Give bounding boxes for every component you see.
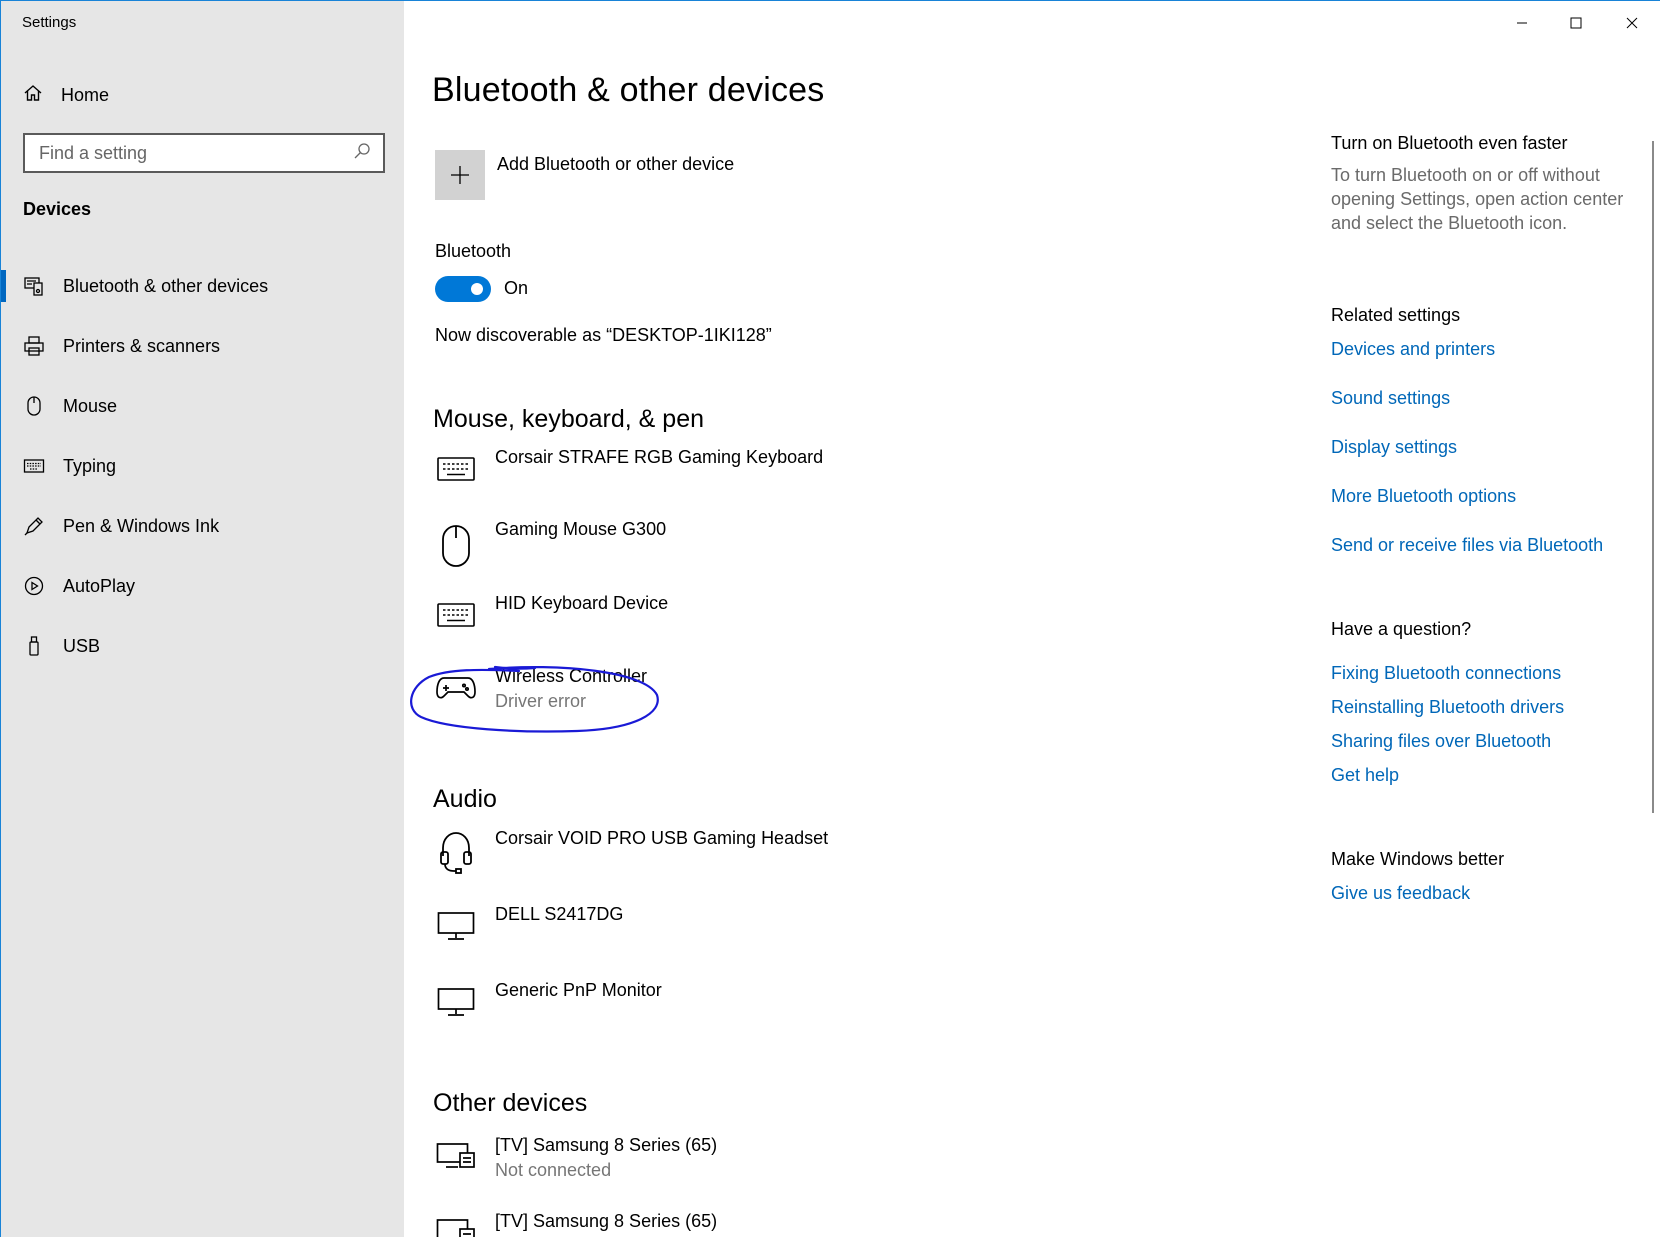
- toggle-knob: [471, 283, 483, 295]
- monitor-icon: [436, 904, 476, 948]
- search-icon[interactable]: [353, 142, 371, 165]
- device-item[interactable]: [TV] Samsung 8 Series (65) Not connected: [434, 1135, 1034, 1197]
- link-reinstalling-drivers[interactable]: Reinstalling Bluetooth drivers: [1331, 697, 1564, 718]
- device-item[interactable]: [TV] Samsung 8 Series (65): [434, 1211, 1034, 1237]
- home-nav-item[interactable]: Home: [23, 79, 109, 111]
- faster-title: Turn on Bluetooth even faster: [1331, 133, 1568, 153]
- search-input[interactable]: [39, 142, 353, 164]
- sidebar-item-pen[interactable]: Pen & Windows Ink: [1, 496, 404, 556]
- printer-icon: [23, 335, 45, 357]
- page-title: Bluetooth & other devices: [432, 71, 825, 109]
- bluetooth-devices-icon: [23, 275, 45, 297]
- device-status: Driver error: [495, 691, 587, 711]
- group-title-audio: Audio: [433, 785, 497, 813]
- link-sound-settings[interactable]: Sound settings: [1331, 388, 1450, 409]
- scrollbar[interactable]: [1652, 141, 1654, 813]
- bluetooth-toggle[interactable]: [435, 276, 491, 302]
- autoplay-icon: [23, 575, 45, 597]
- keyboard-icon: [23, 455, 45, 477]
- group-title-mouse-keyboard: Mouse, keyboard, & pen: [433, 405, 704, 433]
- home-label: Home: [61, 84, 110, 105]
- app-title: Settings: [22, 14, 77, 31]
- mouse-icon: [436, 523, 476, 569]
- device-status: Not connected: [495, 1160, 612, 1180]
- search-box[interactable]: [23, 133, 385, 173]
- faster-text: To turn Bluetooth on or off without open…: [1331, 165, 1624, 233]
- right-panel: Turn on Bluetooth even faster To turn Bl…: [1331, 1, 1651, 1237]
- sidebar-item-usb[interactable]: USB: [1, 616, 404, 676]
- device-item[interactable]: Gaming Mouse G300: [434, 519, 1034, 581]
- device-name: Generic PnP Monitor: [495, 980, 662, 1000]
- link-display-settings[interactable]: Display settings: [1331, 437, 1457, 458]
- link-fixing-bluetooth[interactable]: Fixing Bluetooth connections: [1331, 663, 1561, 684]
- sidebar-item-bluetooth[interactable]: Bluetooth & other devices: [1, 256, 404, 316]
- sidebar-item-label: Pen & Windows Ink: [63, 515, 220, 536]
- better-title: Make Windows better: [1331, 849, 1505, 869]
- sidebar-item-label: Bluetooth & other devices: [63, 275, 269, 296]
- section-title: Devices: [23, 199, 92, 219]
- keyboard-icon: [436, 593, 476, 637]
- sidebar-item-autoplay[interactable]: AutoPlay: [1, 556, 404, 616]
- device-item[interactable]: DELL S2417DG: [434, 904, 1034, 966]
- sidebar-item-label: Typing: [63, 455, 117, 476]
- bluetooth-label: Bluetooth: [435, 241, 512, 261]
- sidebar-item-mouse[interactable]: Mouse: [1, 376, 404, 436]
- pen-icon: [23, 515, 45, 537]
- device-item-wireless-controller[interactable]: Wireless Controller Driver error: [434, 666, 1034, 728]
- related-settings-title: Related settings: [1331, 305, 1461, 325]
- link-send-receive-files[interactable]: Send or receive files via Bluetooth: [1331, 535, 1603, 556]
- tv-icon: [436, 1135, 476, 1179]
- device-name: Corsair VOID PRO USB Gaming Headset: [495, 828, 829, 848]
- sidebar-item-typing[interactable]: Typing: [1, 436, 404, 496]
- device-name: HID Keyboard Device: [495, 593, 669, 613]
- link-get-help[interactable]: Get help: [1331, 765, 1399, 786]
- keyboard-icon: [436, 447, 476, 491]
- link-more-bluetooth[interactable]: More Bluetooth options: [1331, 486, 1516, 507]
- gamepad-icon: [436, 666, 476, 710]
- device-item[interactable]: Corsair STRAFE RGB Gaming Keyboard: [434, 447, 1034, 509]
- sidebar-item-label: AutoPlay: [63, 575, 136, 596]
- device-name: [TV] Samsung 8 Series (65): [495, 1211, 718, 1231]
- add-device-button[interactable]: [435, 150, 485, 200]
- sidebar-item-label: Mouse: [63, 395, 118, 416]
- mouse-icon: [23, 395, 45, 417]
- device-name: DELL S2417DG: [495, 904, 624, 924]
- sidebar-item-printers[interactable]: Printers & scanners: [1, 316, 404, 376]
- discoverable-text: Now discoverable as “DESKTOP-1IKI128”: [435, 325, 772, 345]
- device-item[interactable]: Generic PnP Monitor: [434, 980, 1034, 1042]
- link-devices-printers[interactable]: Devices and printers: [1331, 339, 1495, 360]
- usb-icon: [23, 635, 45, 657]
- plus-icon: [451, 166, 469, 184]
- monitor-icon: [436, 980, 476, 1024]
- bluetooth-state: On: [504, 278, 529, 298]
- home-icon: [23, 83, 43, 108]
- settings-window: Settings Home Devices Bluetooth & other …: [0, 0, 1660, 1237]
- device-name: Corsair STRAFE RGB Gaming Keyboard: [495, 447, 824, 467]
- device-item[interactable]: HID Keyboard Device: [434, 593, 1034, 655]
- sidebar: Settings Home Devices Bluetooth & other …: [1, 1, 404, 1237]
- sidebar-nav: Bluetooth & other devices Printers & sca…: [1, 256, 404, 676]
- device-name: [TV] Samsung 8 Series (65): [495, 1135, 718, 1155]
- link-sharing-files[interactable]: Sharing files over Bluetooth: [1331, 731, 1551, 752]
- question-title: Have a question?: [1331, 619, 1472, 639]
- main-content: Bluetooth & other devices Add Bluetooth …: [404, 1, 1304, 1237]
- device-item[interactable]: Corsair VOID PRO USB Gaming Headset: [434, 828, 1034, 890]
- sidebar-item-label: USB: [63, 635, 101, 656]
- add-device-label[interactable]: Add Bluetooth or other device: [497, 154, 734, 175]
- link-give-feedback[interactable]: Give us feedback: [1331, 883, 1470, 904]
- device-name: Wireless Controller: [495, 666, 648, 686]
- group-title-other: Other devices: [433, 1089, 588, 1117]
- device-name: Gaming Mouse G300: [495, 519, 667, 539]
- headset-icon: [436, 828, 476, 876]
- tv-icon: [436, 1211, 476, 1237]
- sidebar-item-label: Printers & scanners: [63, 335, 221, 356]
